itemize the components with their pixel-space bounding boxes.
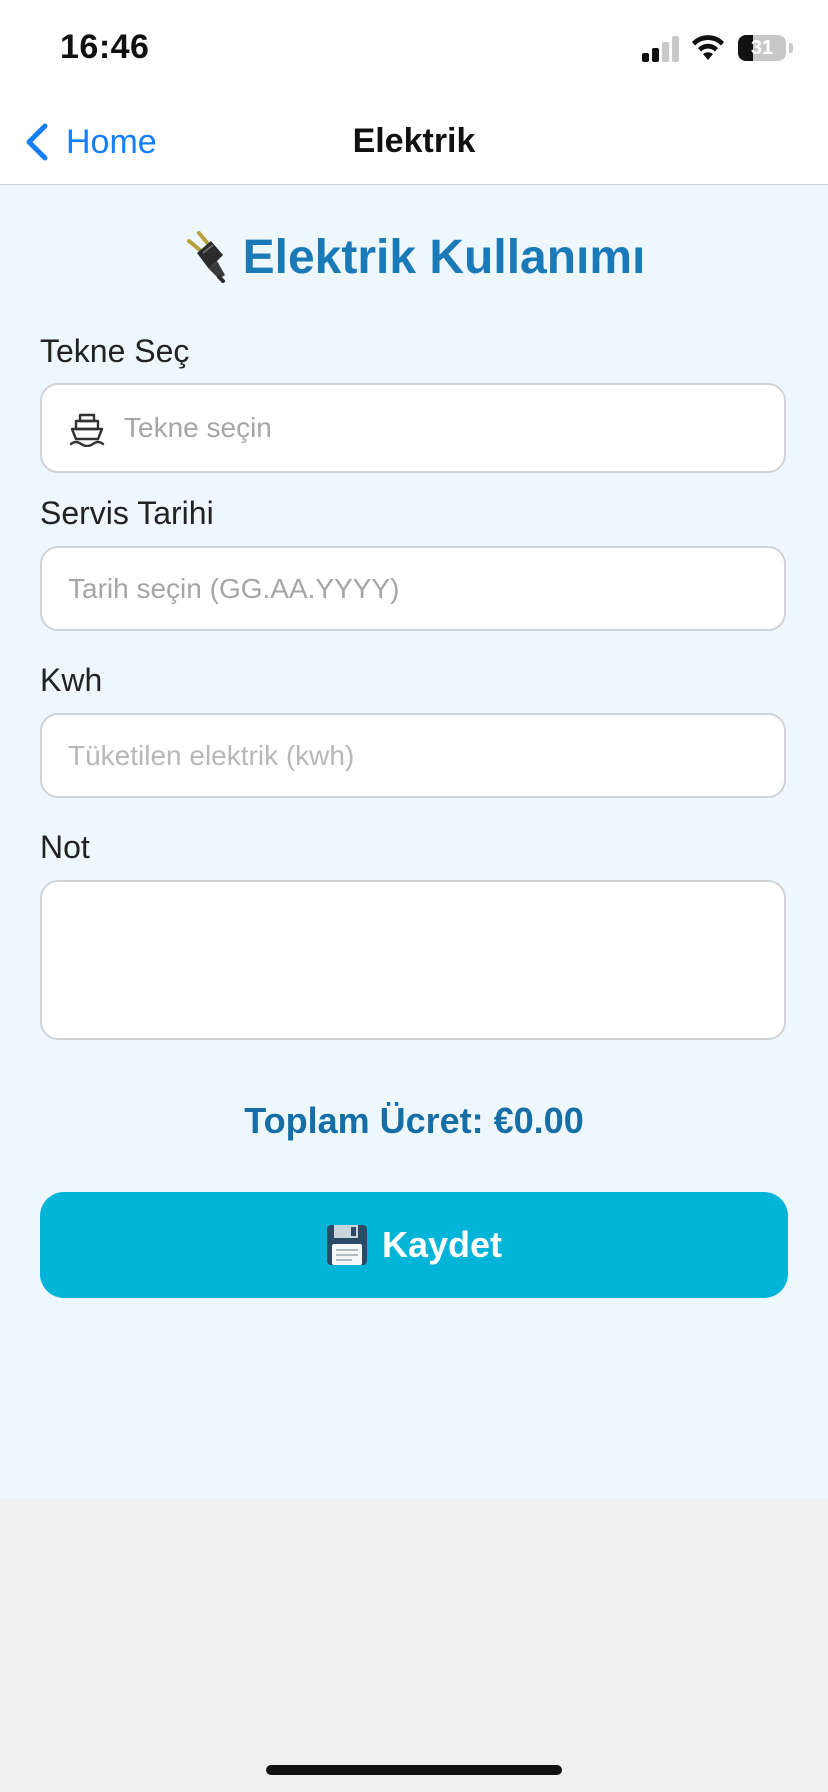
service-date-field[interactable]: Tarih seçin (GG.AA.YYYY) (40, 546, 786, 631)
save-button[interactable]: Kaydet (40, 1192, 788, 1298)
page-heading: Elektrik Kullanımı (0, 225, 828, 289)
kwh-placeholder: Tüketilen elektrik (kwh) (68, 739, 355, 771)
service-date-label: Servis Tarihi (40, 495, 214, 531)
page-title: Elektrik Kullanımı (242, 230, 646, 284)
ship-icon (69, 413, 105, 447)
status-icons: 31 (642, 34, 794, 64)
kwh-label: Kwh (40, 662, 103, 698)
note-textarea[interactable] (40, 880, 786, 1040)
battery-icon: 31 (738, 35, 786, 61)
status-bar: 16:46 31 (0, 0, 828, 100)
total-price: Toplam Ücret: €0.00 (244, 1100, 584, 1141)
battery-cap (789, 43, 793, 53)
note-label: Not (40, 829, 90, 865)
electric-plug-icon (186, 231, 225, 283)
status-time: 16:46 (60, 28, 150, 66)
save-button-label: Kaydet (381, 1224, 503, 1265)
form-screen: Elektrik Kullanımı Tekne Seç Tekne seçin… (0, 185, 828, 1499)
boat-select[interactable]: Tekne seçin (40, 383, 786, 473)
boat-select-label: Tekne Seç (40, 333, 190, 369)
navigation-bar: Home Elektrik (0, 100, 828, 185)
home-indicator[interactable] (266, 1765, 562, 1775)
wifi-icon (692, 35, 724, 60)
battery-percentage: 31 (750, 36, 774, 59)
service-date-placeholder: Tarih seçin (GG.AA.YYYY) (68, 572, 400, 604)
boat-select-placeholder: Tekne seçin (124, 412, 272, 443)
kwh-input[interactable]: Tüketilen elektrik (kwh) (40, 713, 786, 798)
nav-title: Elektrik (352, 122, 476, 160)
cellular-signal-icon (642, 34, 682, 62)
floppy-disk-icon (326, 1225, 367, 1265)
